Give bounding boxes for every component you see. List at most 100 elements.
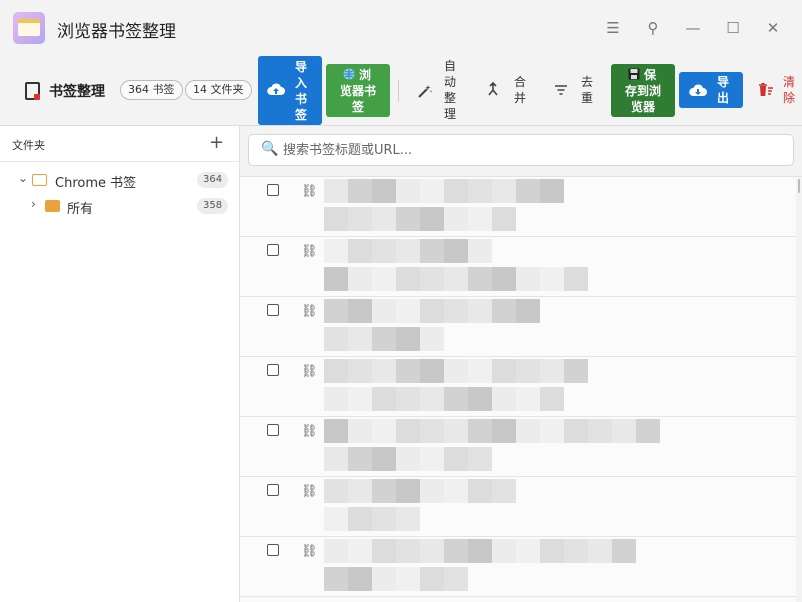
auto-label-2: 动: [443, 75, 456, 89]
save-to-browser-button[interactable]: 保 存到浏 览器: [611, 64, 675, 117]
bookmark-row[interactable]: ⛓: [240, 357, 796, 417]
export-label-2: 出: [716, 91, 729, 105]
toolbar-title: 书签整理: [49, 84, 105, 100]
cloud-download-icon: [689, 84, 707, 96]
merge-button[interactable]: 合 并: [483, 74, 533, 108]
search-input[interactable]: [283, 141, 783, 159]
maximize-button[interactable]: ☐: [723, 18, 743, 38]
save-label-3: 览器: [630, 100, 655, 114]
chevron-right-icon[interactable]: ›: [31, 197, 36, 211]
folder-sidebar: 文件夹 + ⌄ Chrome 书签 364 › 所有 358: [0, 126, 240, 602]
link-icon: ⛓: [301, 424, 318, 439]
sidebar-header: 文件夹 +: [0, 126, 239, 162]
globe-icon: [343, 68, 355, 80]
import-label-3: 书: [294, 92, 307, 106]
row-checkbox[interactable]: [267, 424, 279, 436]
obscured-bookmark-content: [324, 179, 624, 235]
magic-wand-icon: [418, 85, 432, 98]
search-bar[interactable]: 🔍: [248, 134, 794, 166]
row-checkbox[interactable]: [267, 304, 279, 316]
folder-icon: [45, 200, 60, 212]
cloud-upload-icon: [267, 83, 285, 95]
bookmark-list[interactable]: ⛓ ⛓ ⛓ ⛓ ⛓ ⛓ ⛓: [240, 176, 802, 602]
obscured-bookmark-content: [324, 479, 624, 535]
bookmark-row[interactable]: ⛓: [240, 177, 796, 237]
auto-label-1: 自: [443, 59, 456, 73]
row-checkbox[interactable]: [267, 364, 279, 376]
browser-bookmarks-button[interactable]: 浏 览器书 签: [326, 64, 390, 117]
merge-icon: [488, 82, 498, 96]
browse-label-3: 签: [351, 100, 364, 114]
browse-label-1: 浏: [359, 68, 372, 82]
deduplicate-button[interactable]: 去 重: [552, 74, 602, 108]
chevron-down-icon[interactable]: ⌄: [18, 171, 28, 185]
app-title: 浏览器书签整理: [57, 22, 176, 42]
bookmark-row[interactable]: ⛓: [240, 417, 796, 477]
toolbar: 书签整理 364 书签 14 文件夹 导 入 书 签 浏 览器书 签 自 动 整…: [0, 56, 802, 126]
bookmark-row[interactable]: ⛓: [240, 297, 796, 357]
import-bookmarks-button[interactable]: 导 入 书 签: [258, 56, 322, 125]
tree-item-all[interactable]: › 所有 358: [0, 194, 239, 218]
tree-item-chrome[interactable]: ⌄ Chrome 书签 364: [0, 168, 239, 192]
main-panel: 🔍 ⛓ ⛓ ⛓ ⛓ ⛓ ⛓ ⛓: [240, 126, 802, 602]
import-label-1: 导: [294, 60, 307, 74]
scrollbar-thumb[interactable]: [798, 179, 800, 193]
bookmark-row[interactable]: ⛓: [240, 477, 796, 537]
link-icon: ⛓: [301, 544, 318, 559]
clear-label-1: 清: [782, 75, 795, 89]
row-checkbox[interactable]: [267, 544, 279, 556]
bookmark-row[interactable]: ⛓: [240, 537, 796, 597]
save-icon: [628, 68, 640, 80]
save-label-2: 存到浏: [624, 84, 661, 98]
auto-label-3: 整: [443, 91, 456, 105]
tree-item-label: 所有: [67, 202, 94, 217]
search-icon: 🔍: [261, 141, 279, 157]
row-checkbox[interactable]: [267, 484, 279, 496]
export-button[interactable]: 导 出: [679, 72, 743, 108]
filter-icon: [555, 85, 567, 95]
sidebar-title: 文件夹: [12, 139, 45, 152]
obscured-bookmark-content: [324, 539, 636, 595]
link-icon: ⛓: [301, 484, 318, 499]
toolbar-divider: [398, 80, 399, 102]
trash-icon: [759, 83, 773, 96]
bookmark-row[interactable]: ⛓: [240, 237, 796, 297]
pin-icon[interactable]: ⚲: [643, 18, 663, 38]
obscured-bookmark-content: [324, 419, 660, 475]
menu-icon[interactable]: ☰: [603, 18, 623, 38]
title-bar: 浏览器书签整理 ☰ ⚲ — ☐ ✕: [0, 0, 802, 56]
link-icon: ⛓: [301, 364, 318, 379]
scrollbar-track[interactable]: [796, 177, 802, 602]
link-icon: ⛓: [301, 184, 318, 199]
clear-label-2: 除: [782, 91, 795, 105]
row-checkbox[interactable]: [267, 184, 279, 196]
import-label-2: 入: [294, 76, 307, 90]
save-label-1: 保: [644, 68, 657, 82]
tree-item-count: 358: [197, 198, 229, 214]
browse-label-2: 览器书: [339, 84, 376, 98]
export-label-1: 导: [716, 75, 729, 89]
dedupe-label-1: 去: [580, 75, 593, 89]
merge-label-2: 并: [513, 91, 526, 105]
link-icon: ⛓: [301, 304, 318, 319]
auto-label-4: 理: [443, 107, 456, 121]
bookmark-count-badge: 364 书签: [120, 80, 183, 100]
obscured-bookmark-content: [324, 239, 624, 295]
clear-button[interactable]: 清 除: [754, 74, 802, 108]
obscured-bookmark-content: [324, 299, 624, 355]
auto-organize-button[interactable]: 自 动 整 理: [413, 58, 463, 124]
dedupe-label-2: 重: [580, 91, 593, 105]
merge-label-1: 合: [513, 75, 526, 89]
folder-open-icon: [32, 174, 47, 186]
app-icon: [13, 12, 45, 44]
row-checkbox[interactable]: [267, 244, 279, 256]
tree-item-count: 364: [197, 172, 229, 188]
add-folder-button[interactable]: +: [209, 132, 224, 153]
folder-count-badge: 14 文件夹: [185, 80, 252, 100]
document-icon: [25, 82, 40, 100]
link-icon: ⛓: [301, 244, 318, 259]
close-button[interactable]: ✕: [763, 18, 783, 38]
tree-item-label: Chrome 书签: [55, 176, 137, 191]
minimize-button[interactable]: —: [683, 18, 703, 38]
obscured-bookmark-content: [324, 359, 624, 415]
